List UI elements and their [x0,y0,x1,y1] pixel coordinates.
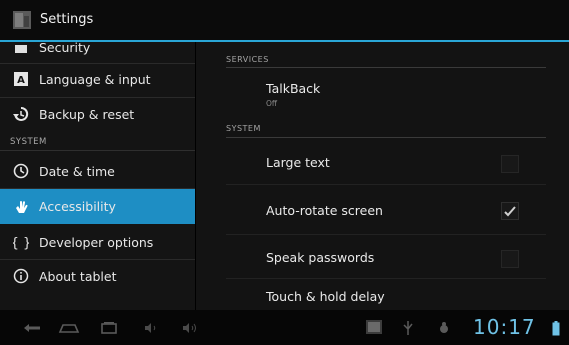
services-section-header: SERVICES [226,55,269,64]
touch-hold-delay-setting[interactable]: Touch & hold delay [196,280,569,310]
recent-apps-icon[interactable] [98,320,120,336]
accessibility-settings-panel[interactable]: SERVICES TalkBack Off SYSTEM Large text … [196,42,569,310]
sidebar-item-label: Security [39,42,91,55]
setting-title: Touch & hold delay [266,289,385,304]
checkmark-icon [504,206,516,217]
speak-passwords-setting[interactable]: Speak passwords [196,238,569,278]
settings-category-list[interactable]: Security A Language & input Backup & res… [0,42,195,310]
system-section-header: SYSTEM [226,124,261,133]
sidebar-item-security[interactable]: Security [0,42,195,64]
sidebar-item-developer-options[interactable]: { } Developer options [0,225,195,259]
sidebar-item-label: About tablet [39,268,117,284]
keyboard-a-icon: A [13,71,29,87]
sidebar-item-accessibility[interactable]: Accessibility [0,189,195,224]
info-icon [13,268,29,284]
lock-icon [13,42,29,55]
backup-icon [13,106,29,122]
back-icon[interactable] [22,320,44,336]
clock-icon [13,163,29,179]
battery-icon [551,320,561,336]
sidebar-item-label: Date & time [39,163,115,179]
divider [226,184,546,185]
divider [226,278,546,279]
auto-rotate-checkbox[interactable] [501,202,519,220]
divider [226,137,546,138]
svg-text:{ }: { } [13,236,29,250]
sidebar-item-about-tablet[interactable]: About tablet [0,259,195,293]
sidebar-item-backup-reset[interactable]: Backup & reset [0,97,195,131]
large-text-setting[interactable]: Large text [196,142,569,182]
talkback-setting[interactable]: TalkBack Off [196,72,569,118]
sidebar-item-date-time[interactable]: Date & time [0,154,195,188]
large-text-checkbox[interactable] [501,155,519,173]
gallery-icon [365,319,383,335]
sidebar-item-label: Language & input [39,71,151,87]
volume-up-icon[interactable] [180,320,200,336]
svg-text:A: A [17,75,25,86]
setting-title: Auto-rotate screen [266,203,383,218]
usb-icon [402,320,414,336]
page-title: Settings [40,12,94,27]
title-bar: Settings [0,0,569,42]
auto-rotate-setting[interactable]: Auto-rotate screen [196,188,569,232]
setting-status: Off [266,99,278,108]
sidebar-item-language-input[interactable]: A Language & input [0,62,195,96]
system-navigation-bar: 10:17 [0,310,569,345]
home-icon[interactable] [58,320,80,336]
hand-icon [13,199,29,215]
setting-title: Large text [266,155,330,170]
speak-passwords-checkbox[interactable] [501,250,519,268]
system-section-header: SYSTEM [10,137,47,147]
setting-title: TalkBack [266,81,321,96]
debug-icon [436,320,452,336]
sidebar-item-label: Backup & reset [39,106,135,122]
status-clock: 10:17 [473,315,536,339]
divider [0,150,195,151]
sidebar-item-label: Accessibility [39,199,116,214]
divider [226,234,546,235]
divider [226,67,546,68]
settings-app-icon[interactable] [12,10,32,30]
volume-down-icon[interactable] [142,320,162,336]
sidebar-item-label: Developer options [39,234,154,250]
setting-title: Speak passwords [266,250,375,265]
braces-icon: { } [13,234,29,250]
